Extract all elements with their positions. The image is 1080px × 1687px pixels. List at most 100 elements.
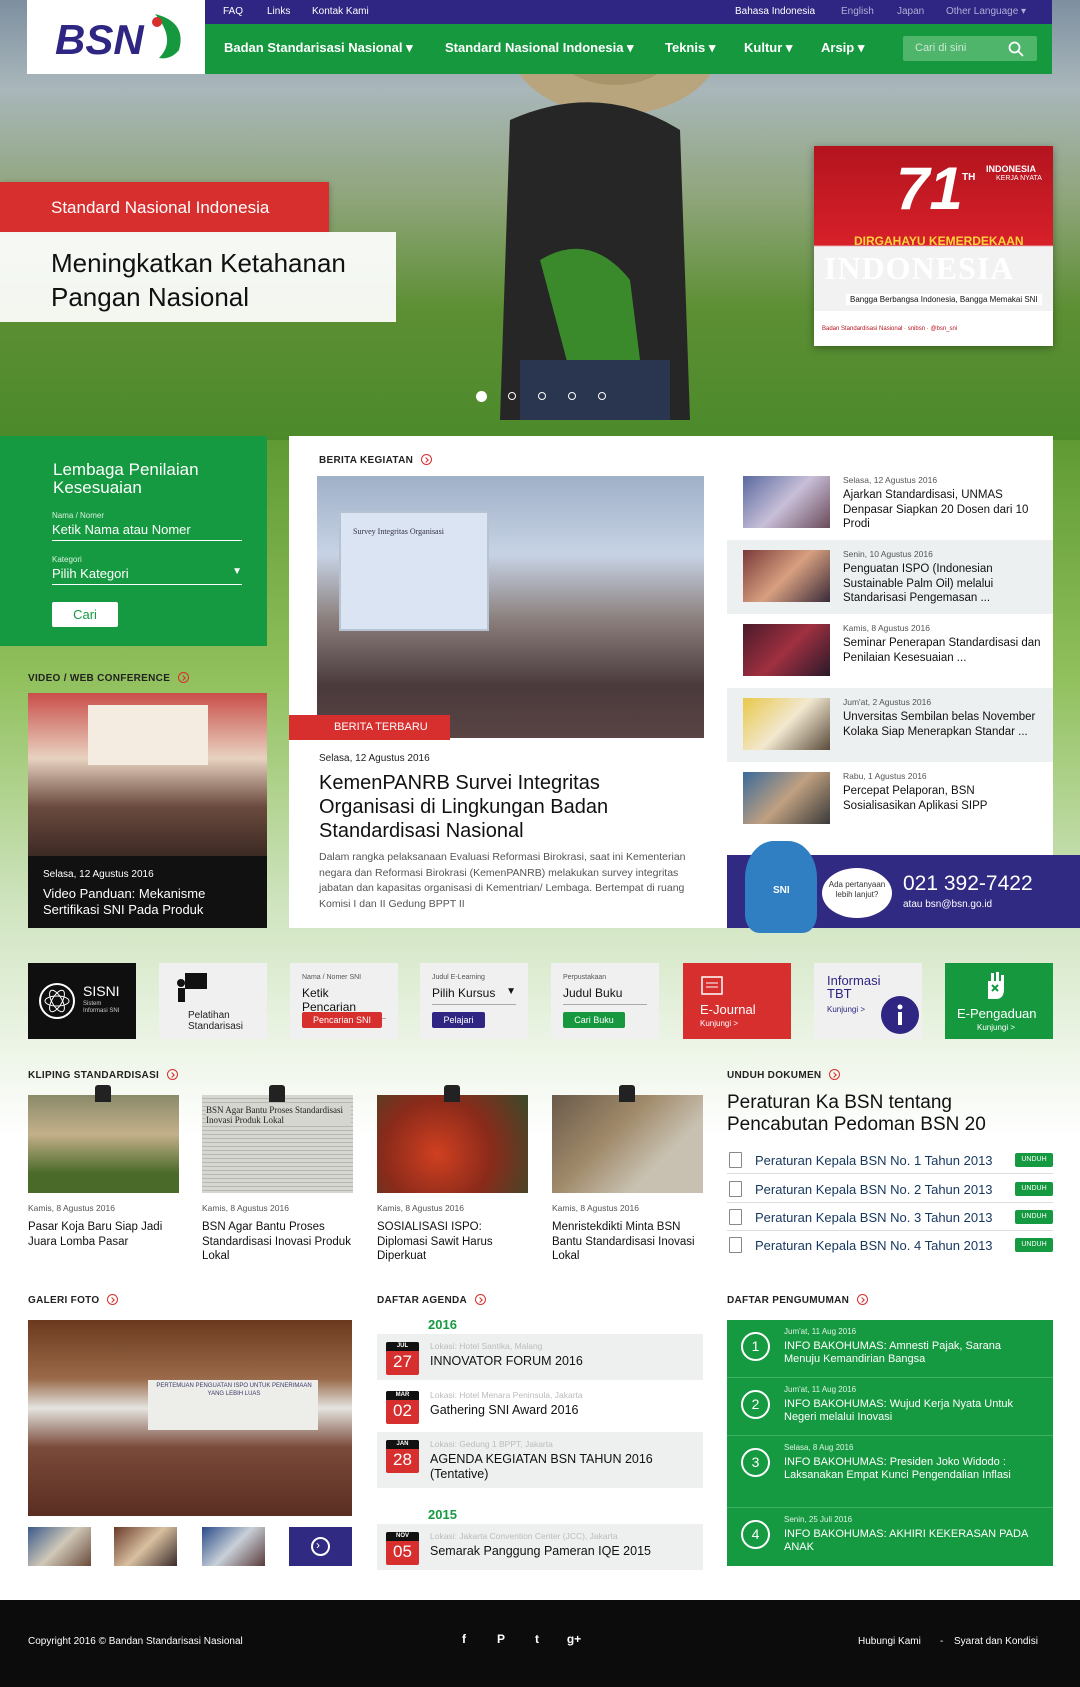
kliping-item[interactable]: BSN Agar Bantu Proses Standardisasi Inov…	[202, 1085, 353, 1264]
video-header[interactable]: VIDEO / WEB CONFERENCE	[28, 672, 190, 684]
side-news-item[interactable]: Kamis, 8 Agustus 2016 Seminar Penerapan …	[727, 614, 1053, 688]
kontak-link[interactable]: Kontak Kami	[312, 6, 369, 17]
chevron-down-icon: ▼	[506, 986, 516, 997]
lpk-category-select[interactable]: Pilih Kategori ▼	[52, 566, 242, 585]
lang-bahasa[interactable]: Bahasa Indonesia	[735, 6, 815, 17]
agenda-location: Lokasi: Gedung 1 BPPT, Jakarta	[430, 1439, 553, 1449]
pengumuman-header[interactable]: DAFTAR PENGUMUMAN	[727, 1294, 869, 1306]
download-item[interactable]: Peraturan Kepala BSN No. 2 Tahun 2013 UND…	[727, 1175, 1053, 1203]
berita-main-image[interactable]: Survey Integritas Organisasi	[317, 476, 704, 738]
download-button[interactable]: UNDUH	[1015, 1238, 1053, 1252]
slider-dot-5[interactable]	[598, 392, 606, 400]
pengumuman-item[interactable]: 2 Jum'at, 11 Aug 2016 INFO BAKOHUMAS: Wuju…	[727, 1378, 1053, 1436]
lang-other-dropdown[interactable]: Other Language ▾	[946, 6, 1026, 17]
video-caption[interactable]: Selasa, 12 Agustus 2016 Video Panduan: M…	[28, 856, 267, 928]
arrow-right-icon[interactable]	[178, 672, 190, 683]
side-news-item[interactable]: Rabu, 1 Agustus 2016 Percepat Pelaporan,…	[727, 762, 1053, 836]
side-news-item[interactable]: Senin, 10 Agustus 2016 Penguatan ISPO (I…	[727, 540, 1053, 614]
pinterest-icon[interactable]: P	[492, 1632, 510, 1650]
download-item[interactable]: Peraturan Kepala BSN No. 1 Tahun 2013 UND…	[727, 1146, 1053, 1174]
download-button[interactable]: UNDUH	[1015, 1182, 1053, 1196]
nav-bsn[interactable]: Badan Standarisasi Nasional ▾	[224, 40, 413, 56]
download-button[interactable]: UNDUH	[1015, 1153, 1053, 1167]
kliping-item[interactable]: Kamis, 8 Agustus 2016 Pasar Koja Baru Si…	[28, 1085, 179, 1249]
hotline-banner[interactable]: SNI Ada pertanyaan lebih lanjut? 021 392…	[727, 841, 1080, 933]
download-button[interactable]: UNDUH	[1015, 1210, 1053, 1224]
links-link[interactable]: Links	[267, 6, 290, 17]
agenda-title: AGENDA KEGIATAN BSN TAHUN 2016 (Tentativ…	[430, 1452, 653, 1481]
arrow-right-icon[interactable]	[107, 1294, 119, 1305]
kliping-header[interactable]: KLIPING STANDARDISASI	[28, 1069, 179, 1081]
download-item[interactable]: Peraturan Kepala BSN No. 4 Tahun 2013 UND…	[727, 1231, 1053, 1259]
twitter-icon[interactable]: t	[528, 1632, 546, 1650]
pengumuman-item[interactable]: 4 Senin, 25 Juli 2016 INFO BAKOHUMAS: AKHI…	[727, 1508, 1053, 1566]
video-thumbnail[interactable]	[28, 693, 267, 856]
slider-dot-2[interactable]	[508, 392, 516, 400]
arrow-right-icon[interactable]	[475, 1294, 487, 1305]
galeri-thumb[interactable]	[28, 1527, 91, 1566]
elearning-button[interactable]: Pelajari	[432, 1012, 485, 1028]
nav-arsip[interactable]: Arsip ▾	[821, 40, 864, 56]
tile-sisni[interactable]: SISNI Sistem Informasi SNI	[28, 963, 136, 1039]
tile-tbt[interactable]: Informasi TBT Kunjungi >	[814, 963, 922, 1039]
download-item[interactable]: Peraturan Kepala BSN No. 3 Tahun 2013 UND…	[727, 1203, 1053, 1231]
galeri-header-text: GALERI FOTO	[28, 1295, 100, 1306]
agenda-item[interactable]: NOV 05 Lokasi: Jakarta Convention Center (…	[377, 1524, 703, 1570]
perpus-button[interactable]: Cari Buku	[563, 1012, 625, 1028]
galeri-thumb[interactable]	[114, 1527, 177, 1566]
lpk-name-input[interactable]: Ketik Nama atau Nomer	[52, 522, 242, 541]
slider-dot-4[interactable]	[568, 392, 576, 400]
sni-search-button[interactable]: Pencarian SNI	[302, 1012, 382, 1028]
lang-japan[interactable]: Japan	[897, 6, 924, 17]
arrow-right-icon[interactable]	[167, 1069, 179, 1080]
slider-dot-3[interactable]	[538, 392, 546, 400]
nav-teknis[interactable]: Teknis ▾	[665, 40, 715, 56]
search-input[interactable]: Cari di sini	[903, 36, 1037, 61]
google-plus-icon[interactable]: g+	[565, 1632, 583, 1650]
agenda-item[interactable]: MAR 02 Lokasi: Hotel Menara Peninsula, Jak…	[377, 1383, 703, 1429]
tile-epengaduan[interactable]: E-Pengaduan Kunjungi >	[945, 963, 1053, 1039]
galeri-main-image[interactable]: PERTEMUAN PENGUATAN ISPO UNTUK PENERIMAA…	[28, 1320, 352, 1516]
agenda-item[interactable]: JAN 28 Lokasi: Gedung 1 BPPT, Jakarta AGEND…	[377, 1432, 703, 1488]
berita-header[interactable]: BERITA KEGIATAN	[319, 454, 433, 466]
faq-link[interactable]: FAQ	[223, 6, 243, 17]
agenda-item[interactable]: JUL 27 Lokasi: Hotel Santika, Malang INNOVA…	[377, 1334, 703, 1380]
galeri-thumb[interactable]	[202, 1527, 265, 1566]
side-news-item[interactable]: Jum'at, 2 Agustus 2016 Unversitas Sembil…	[727, 688, 1053, 762]
footer-hubungi-link[interactable]: Hubungi Kami	[858, 1636, 921, 1647]
berita-title[interactable]: KemenPANRB Survei Integritas Organisasi …	[319, 771, 699, 843]
arrow-right-icon[interactable]	[857, 1294, 869, 1305]
lang-english[interactable]: English	[841, 6, 874, 17]
side-news-item[interactable]: Selasa, 12 Agustus 2016 Ajarkan Standard…	[727, 466, 1053, 540]
galeri-next-button[interactable]: ›	[289, 1527, 352, 1566]
elearning-select[interactable]: Pilih Kursus ▼	[432, 986, 516, 1005]
tile-pelatihan[interactable]: Pelatihan Standarisasi	[159, 963, 267, 1039]
footer-syarat-link[interactable]: Syarat dan Kondisi	[954, 1636, 1038, 1647]
facebook-icon[interactable]: f	[455, 1632, 473, 1650]
slider-dot-1[interactable]	[476, 391, 487, 402]
search-icon[interactable]	[1008, 41, 1024, 57]
berita-header-text: BERITA KEGIATAN	[319, 455, 414, 466]
hero-title-box[interactable]: Meningkatkan Ketahanan Pangan Nasional	[0, 232, 396, 322]
site-logo[interactable]: BSN	[27, 0, 205, 74]
arrow-right-icon[interactable]	[421, 454, 433, 465]
kliping-item[interactable]: Kamis, 8 Agustus 2016 SOSIALISASI ISPO: …	[377, 1085, 528, 1264]
search-placeholder: Cari di sini	[915, 42, 967, 54]
pengumuman-item[interactable]: 3 Selasa, 8 Aug 2016 INFO BAKOHUMAS: Presi…	[727, 1436, 1053, 1508]
hotline-email[interactable]: atau bsn@bsn.go.id	[903, 899, 992, 910]
agenda-header[interactable]: DAFTAR AGENDA	[377, 1294, 487, 1306]
lpk-search-button[interactable]: Cari	[52, 602, 118, 627]
footer-separator: -	[940, 1636, 944, 1647]
nav-sni[interactable]: Standard Nasional Indonesia ▾	[445, 40, 634, 56]
perpus-input[interactable]: Judul Buku	[563, 986, 647, 1005]
kliping-item[interactable]: Kamis, 8 Agustus 2016 Menristekdikti Min…	[552, 1085, 703, 1264]
unduh-header[interactable]: UNDUH DOKUMEN	[727, 1069, 841, 1081]
promo-banner[interactable]: 71 TH INDONESIA KERJA NYATA DIRGAHAYU KE…	[814, 146, 1053, 346]
pengumuman-item[interactable]: 1 Jum'at, 11 Aug 2016 INFO BAKOHUMAS: Amne…	[727, 1320, 1053, 1378]
galeri-header[interactable]: GALERI FOTO	[28, 1294, 119, 1306]
pelatihan-label: Pelatihan Standarisasi	[188, 1010, 244, 1032]
nav-kultur[interactable]: Kultur ▾	[744, 40, 792, 56]
arrow-right-icon[interactable]	[829, 1069, 841, 1080]
tile-ejournal[interactable]: E-Journal Kunjungi >	[683, 963, 791, 1039]
hotline-number[interactable]: 021 392-7422	[903, 872, 1033, 896]
